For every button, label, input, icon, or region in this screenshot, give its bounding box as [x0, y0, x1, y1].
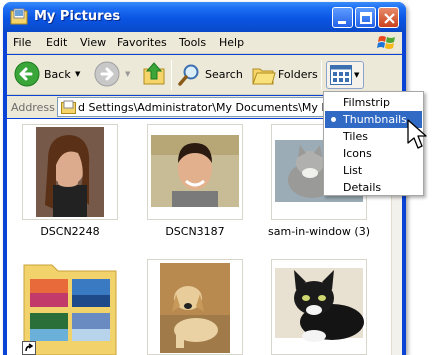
folders-button-label[interactable]: Folders: [278, 68, 318, 81]
picture-folder-icon: [23, 264, 117, 355]
folder-thumbnail[interactable]: [22, 259, 118, 355]
forward-arrow-icon[interactable]: [94, 61, 120, 87]
toolbar: Back ▼ ▼ Search Folders ▼: [7, 55, 402, 95]
pictures-folder-icon: [10, 8, 28, 25]
address-field[interactable]: d Settings\Administrator\My Documents\My…: [57, 97, 347, 117]
thumbnail-frame[interactable]: [147, 124, 243, 220]
window-title: My Pictures: [34, 9, 121, 24]
menu-favorites[interactable]: Favorites: [117, 36, 167, 49]
file-label[interactable]: sam-in-window (3): [264, 225, 374, 238]
toolbar-separator: [171, 60, 172, 90]
photo-thumbnail: [36, 127, 104, 217]
thumbnail-frame[interactable]: [271, 259, 367, 355]
menu-view[interactable]: View: [80, 36, 106, 49]
views-menu-item-list[interactable]: List: [325, 162, 422, 179]
close-icon: [384, 13, 395, 24]
views-dropdown-icon: ▼: [354, 71, 360, 79]
views-menu-item-label: Thumbnails: [343, 113, 407, 126]
address-label: Address: [11, 101, 55, 114]
title-bar[interactable]: My Pictures: [3, 2, 406, 32]
file-label[interactable]: DSCN3187: [140, 225, 250, 238]
menu-bar: File Edit View Favorites Tools Help: [7, 32, 402, 54]
back-arrow-icon[interactable]: [14, 61, 40, 87]
minimize-button[interactable]: [332, 7, 353, 28]
up-folder-icon[interactable]: [142, 61, 166, 87]
search-icon[interactable]: [177, 63, 201, 87]
search-button-label[interactable]: Search: [205, 68, 243, 81]
minimize-icon: [338, 21, 346, 24]
pictures-folder-icon: [61, 100, 76, 114]
forward-dropdown-icon[interactable]: ▼: [125, 70, 130, 78]
photo-thumbnail: [275, 268, 364, 342]
thumbnail-frame[interactable]: [147, 259, 243, 355]
thumbnail-frame[interactable]: [22, 124, 118, 220]
photo-thumbnail: [160, 263, 230, 353]
back-dropdown-icon[interactable]: ▼: [75, 70, 80, 78]
menu-help[interactable]: Help: [219, 36, 244, 49]
toolbar-separator: [321, 60, 322, 90]
selected-bullet-icon: [331, 117, 336, 122]
mouse-pointer-icon: [407, 119, 427, 149]
menu-edit[interactable]: Edit: [46, 36, 67, 49]
folders-icon[interactable]: [251, 62, 277, 88]
views-icon: [330, 65, 352, 85]
address-value[interactable]: d Settings\Administrator\My Documents\My…: [78, 101, 346, 114]
file-label[interactable]: DSCN2248: [15, 225, 125, 238]
views-menu-item-filmstrip[interactable]: Filmstrip: [325, 94, 422, 111]
views-button[interactable]: ▼: [326, 61, 364, 89]
back-button-label[interactable]: Back: [44, 68, 71, 81]
windows-logo-icon: [377, 36, 395, 49]
photo-thumbnail: [151, 135, 239, 207]
close-button[interactable]: [378, 7, 399, 28]
menu-file[interactable]: File: [13, 36, 31, 49]
shortcut-arrow-icon: [22, 341, 36, 355]
maximize-icon: [360, 12, 372, 24]
maximize-button[interactable]: [355, 7, 376, 28]
menu-tools[interactable]: Tools: [179, 36, 206, 49]
views-menu-item-details[interactable]: Details: [325, 179, 422, 196]
